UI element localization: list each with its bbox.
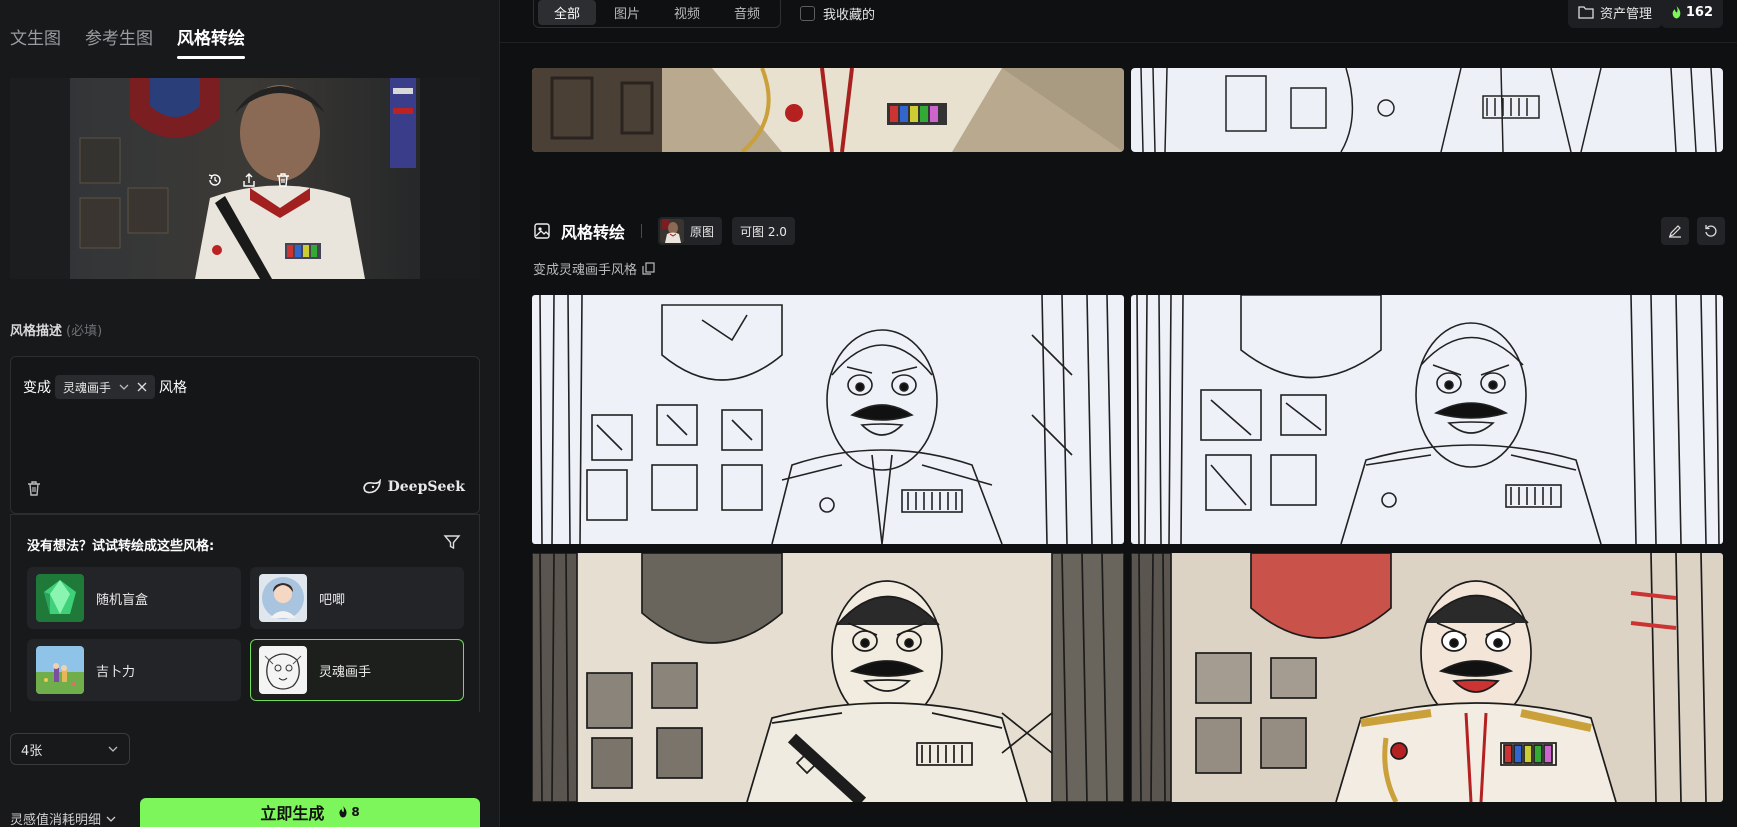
style-description-text: 风格描述 bbox=[10, 324, 63, 339]
style-card-random-box[interactable]: 随机盲盒 bbox=[27, 567, 241, 629]
style-chip-label: 灵魂画手 bbox=[63, 380, 112, 395]
generated-image-2[interactable] bbox=[1131, 295, 1723, 544]
prompt-suffix: 风格 bbox=[159, 380, 188, 396]
result-group-header: 风格转绘 原图 可图 2.0 bbox=[533, 217, 795, 245]
chevron-down-icon[interactable] bbox=[119, 382, 129, 392]
tab-text-to-image[interactable]: 文生图 bbox=[10, 24, 61, 59]
deepseek-button[interactable]: DeepSeek bbox=[362, 479, 465, 495]
generate-cost: 8 bbox=[338, 805, 360, 819]
reference-tools bbox=[205, 170, 293, 190]
edit-button[interactable] bbox=[1661, 217, 1689, 245]
filter-video[interactable]: 视频 bbox=[658, 0, 716, 25]
style-card-ghibli[interactable]: 吉卜力 bbox=[27, 639, 241, 701]
folder-icon bbox=[1578, 6, 1594, 19]
points-balance[interactable]: 162 bbox=[1660, 0, 1723, 28]
style-card-label: 随机盲盒 bbox=[96, 592, 149, 608]
original-tag-label: 原图 bbox=[690, 224, 715, 239]
group-prompt: 变成灵魂画手风格 bbox=[533, 259, 655, 278]
delete-icon[interactable] bbox=[273, 170, 293, 190]
favorites-checkbox[interactable] bbox=[800, 6, 815, 21]
generate-label: 立即生成 bbox=[260, 804, 325, 823]
previous-result-image[interactable] bbox=[532, 68, 1124, 152]
style-suggestions: 没有想法？试试转绘成这些风格: 随机盲盒 吧唧 吉卜力 灵魂画手 bbox=[10, 514, 480, 712]
cost-detail-toggle[interactable]: 灵感值消耗明细 bbox=[10, 809, 117, 827]
chevron-down-icon bbox=[108, 746, 118, 752]
filter-audio[interactable]: 音频 bbox=[718, 0, 776, 25]
image-icon bbox=[534, 223, 550, 239]
chevron-down-icon bbox=[106, 816, 116, 822]
favorites-label: 我收藏的 bbox=[823, 8, 876, 23]
style-card-label: 灵魂画手 bbox=[319, 664, 372, 680]
separator bbox=[641, 224, 643, 238]
clear-prompt-button[interactable] bbox=[25, 479, 43, 497]
favorites-toggle[interactable]: 我收藏的 bbox=[800, 4, 875, 23]
style-description-label: 风格描述 (必填) bbox=[10, 320, 102, 339]
filter-icon[interactable] bbox=[443, 533, 461, 551]
style-card-soul-painter[interactable]: 灵魂画手 bbox=[250, 639, 464, 701]
whale-icon bbox=[362, 479, 381, 494]
style-card-label: 吉卜力 bbox=[96, 664, 136, 680]
flame-icon bbox=[339, 806, 347, 818]
pencil-icon bbox=[1669, 225, 1681, 238]
left-panel: 文生图 参考生图 风格转绘 风格描述 (必填) 变成 灵魂画手 风格 DeepS… bbox=[0, 0, 500, 827]
suggestions-title: 没有想法？试试转绘成这些风格: bbox=[27, 539, 215, 554]
upload-icon[interactable] bbox=[239, 170, 259, 190]
style-card-label: 吧唧 bbox=[319, 592, 346, 608]
refresh-icon bbox=[1705, 225, 1717, 237]
mode-tabs: 文生图 参考生图 风格转绘 bbox=[10, 24, 245, 59]
regenerate-button[interactable] bbox=[1697, 217, 1725, 245]
tab-style-transfer[interactable]: 风格转绘 bbox=[177, 24, 245, 59]
ghibli-thumbnail bbox=[36, 646, 84, 694]
trash-icon bbox=[28, 481, 40, 496]
divider bbox=[500, 42, 1737, 43]
generate-button[interactable]: 立即生成 8 bbox=[140, 798, 480, 827]
asset-manage-button[interactable]: 资产管理 bbox=[1567, 0, 1662, 28]
original-image-tag[interactable]: 原图 bbox=[658, 217, 723, 245]
soul-painter-thumbnail bbox=[259, 646, 307, 694]
deepseek-label: DeepSeek bbox=[387, 479, 465, 495]
prompt-editor[interactable]: 变成 灵魂画手 风格 DeepSeek bbox=[10, 356, 480, 514]
copy-icon[interactable] bbox=[642, 262, 655, 275]
close-icon[interactable] bbox=[137, 382, 147, 392]
filter-image[interactable]: 图片 bbox=[598, 0, 656, 25]
generated-image-4[interactable] bbox=[1131, 553, 1723, 802]
cost-detail-label: 灵感值消耗明细 bbox=[10, 813, 102, 827]
model-tag: 可图 2.0 bbox=[732, 217, 795, 245]
filter-all[interactable]: 全部 bbox=[538, 0, 597, 25]
asset-manage-label: 资产管理 bbox=[1599, 6, 1652, 22]
original-thumbnail bbox=[660, 219, 685, 243]
style-card-badge[interactable]: 吧唧 bbox=[250, 567, 464, 629]
badge-avatar bbox=[259, 574, 307, 622]
generate-cost-value: 8 bbox=[351, 805, 360, 819]
group-prompt-text: 变成灵魂画手风格 bbox=[533, 263, 638, 278]
media-filter-bar: 全部 图片 视频 音频 bbox=[533, 0, 782, 28]
required-hint: (必填) bbox=[66, 324, 103, 339]
app-root: 文生图 参考生图 风格转绘 风格描述 (必填) 变成 灵魂画手 风格 DeepS… bbox=[0, 0, 1737, 827]
prompt-line: 变成 灵魂画手 风格 bbox=[23, 375, 187, 399]
group-actions bbox=[1661, 217, 1725, 245]
group-title: 风格转绘 bbox=[561, 223, 626, 242]
image-count-value: 4张 bbox=[21, 743, 43, 759]
image-count-select[interactable]: 4张 bbox=[10, 733, 130, 765]
history-icon[interactable] bbox=[205, 170, 225, 190]
prompt-prefix: 变成 bbox=[23, 380, 51, 396]
gem-icon bbox=[36, 574, 84, 622]
generated-image-1[interactable] bbox=[532, 295, 1124, 544]
flame-icon bbox=[1672, 5, 1681, 18]
results-panel: 全部 图片 视频 音频 我收藏的 资产管理 162 风格转绘 原图 可图 2.0… bbox=[500, 0, 1737, 827]
style-chip[interactable]: 灵魂画手 bbox=[55, 375, 156, 399]
previous-result-image[interactable] bbox=[1131, 68, 1723, 152]
points-value: 162 bbox=[1685, 4, 1713, 20]
generated-image-3[interactable] bbox=[532, 553, 1124, 802]
tab-reference-image[interactable]: 参考生图 bbox=[85, 24, 153, 59]
